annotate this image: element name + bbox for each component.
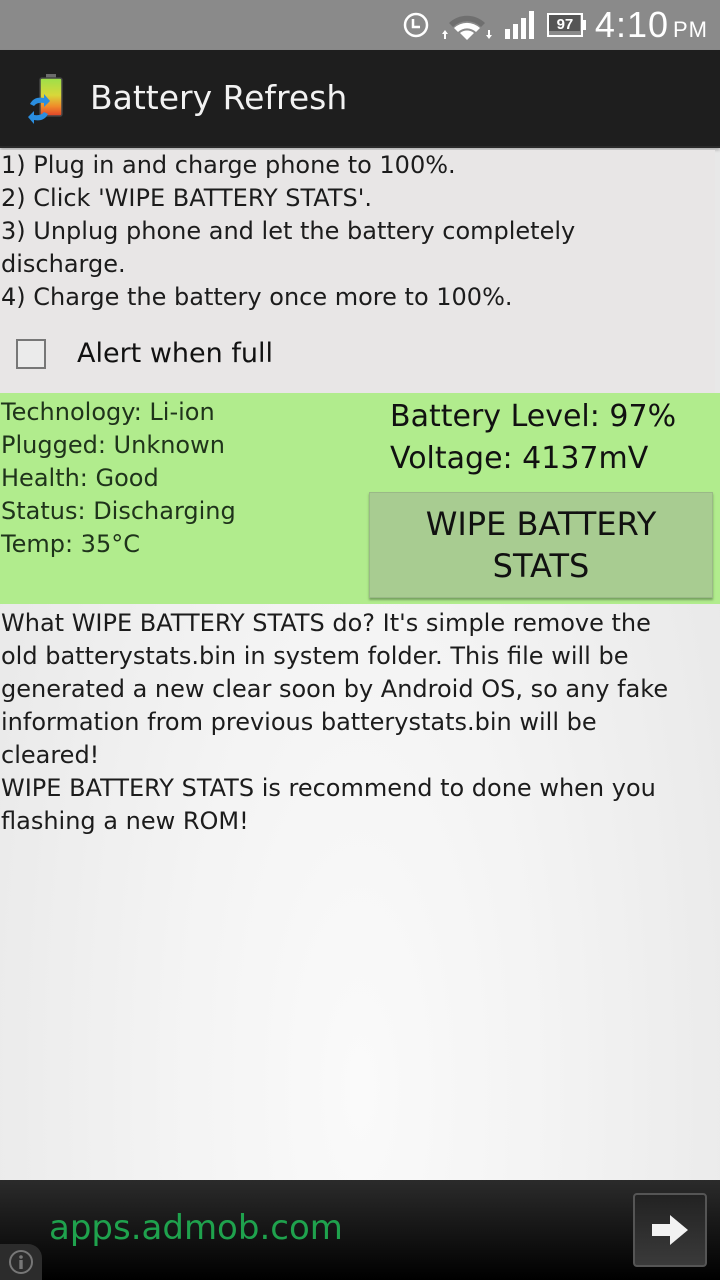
status-icons: 97 4:10 PM	[403, 0, 708, 50]
battery-percent: 97	[556, 16, 574, 33]
ampm-text: PM	[673, 17, 708, 42]
ad-open-button[interactable]	[633, 1193, 707, 1267]
description-line: generated a new clear soon by Android OS…	[1, 675, 669, 703]
status-text: Status: Discharging	[1, 497, 236, 525]
alert-when-full-checkbox[interactable]	[16, 339, 46, 369]
status-bar: 97 4:10 PM	[0, 0, 720, 50]
ad-info-button[interactable]	[0, 1244, 42, 1280]
battery-refresh-app-icon	[28, 74, 63, 124]
description-line: WIPE BATTERY STATS is recommend to done …	[1, 774, 656, 802]
health-text: Health: Good	[1, 464, 159, 492]
technology-text: Technology: Li-ion	[1, 398, 215, 426]
action-bar: Battery Refresh	[0, 50, 720, 148]
arrow-right-icon	[652, 1215, 688, 1245]
time-text: 4:10	[594, 4, 669, 45]
battery-level-text: Battery Level: 97%	[390, 399, 677, 434]
wifi-icon	[441, 15, 492, 40]
instruction-line: 1) Plug in and charge phone to 100%.	[1, 151, 456, 179]
description-line: old batterystats.bin in system folder. T…	[1, 642, 629, 670]
alert-when-full-label[interactable]: Alert when full	[77, 338, 273, 369]
wipe-battery-stats-button[interactable]: WIPE BATTERY STATS	[369, 492, 713, 598]
alarm-clock-icon	[403, 12, 429, 38]
plugged-text: Plugged: Unknown	[1, 431, 225, 459]
status-time: 4:10 PM	[595, 4, 708, 46]
instruction-line: discharge.	[1, 250, 126, 278]
ad-link-text[interactable]: apps.admob.com	[49, 1208, 343, 1248]
ad-banner[interactable]: apps.admob.com	[0, 1180, 720, 1280]
wipe-button-label-line2: STATS	[492, 547, 590, 585]
battery-icon: 97	[546, 13, 586, 37]
instruction-line: 3) Unplug phone and let the battery comp…	[1, 217, 576, 245]
app-title: Battery Refresh	[90, 78, 348, 117]
description-line: flashing a new ROM!	[1, 807, 249, 835]
description-line: information from previous batterystats.b…	[1, 708, 597, 736]
battery-info-panel: Technology: Li-ion Plugged: Unknown Heal…	[0, 393, 720, 604]
description-line: What WIPE BATTERY STATS do? It's simple …	[1, 609, 651, 637]
alert-when-full-row[interactable]: Alert when full	[0, 325, 720, 385]
wipe-button-label-line1: WIPE BATTERY	[425, 505, 657, 543]
signal-icon	[504, 11, 534, 39]
instruction-line: 4) Charge the battery once more to 100%.	[1, 283, 513, 311]
info-icon	[9, 1250, 33, 1274]
instruction-line: 2) Click 'WIPE BATTERY STATS'.	[1, 184, 372, 212]
description-line: cleared!	[1, 741, 100, 769]
voltage-text: Voltage: 4137mV	[390, 441, 649, 476]
temp-text: Temp: 35°C	[1, 530, 140, 558]
